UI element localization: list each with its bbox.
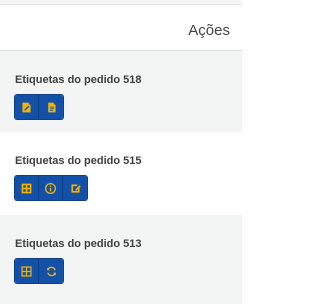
refresh-icon <box>45 265 58 278</box>
order-row-515: Etiquetas do pedido 515 <box>0 132 242 215</box>
table-icon <box>20 182 33 195</box>
edit-icon <box>69 182 82 195</box>
edit-document-icon <box>20 101 33 114</box>
order-row-518: Etiquetas do pedido 518 <box>0 51 242 132</box>
order-label-515: Etiquetas do pedido 515 <box>15 155 142 167</box>
order-label-518: Etiquetas do pedido 518 <box>15 74 142 86</box>
action-button-group-515 <box>15 176 87 200</box>
refresh-button[interactable] <box>39 259 63 283</box>
grid-button[interactable] <box>15 259 39 283</box>
edit-button[interactable] <box>63 176 87 200</box>
document-icon <box>45 101 58 114</box>
order-label-513: Etiquetas do pedido 513 <box>15 238 142 250</box>
grid-icon <box>20 265 33 278</box>
document-button[interactable] <box>39 95 63 119</box>
table-button[interactable] <box>15 176 39 200</box>
edit-document-button[interactable] <box>15 95 39 119</box>
actions-column-title: Ações <box>188 22 230 39</box>
action-button-group-518 <box>15 95 63 119</box>
order-row-513: Etiquetas do pedido 513 <box>0 215 242 304</box>
actions-header: Ações <box>0 5 242 51</box>
info-button[interactable] <box>39 176 63 200</box>
action-button-group-513 <box>15 259 63 283</box>
info-icon <box>44 182 57 195</box>
